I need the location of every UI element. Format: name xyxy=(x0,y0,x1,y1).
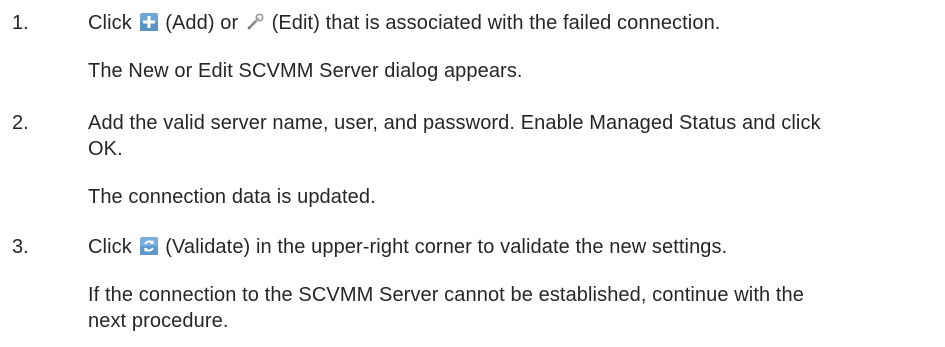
step-2-result: The connection data is updated. xyxy=(88,186,376,208)
instruction-list: 1. Click (Add) or (Edit) that is associa… xyxy=(0,0,945,347)
validate-arrows-icon xyxy=(139,237,158,255)
step-3-text: Click (Validate) in the upper-right corn… xyxy=(88,236,727,259)
step-1-add-label: (Add) or xyxy=(165,12,239,34)
edit-wrench-icon xyxy=(246,13,264,31)
step-3-result-line-2: next procedure. xyxy=(88,310,229,332)
add-plus-icon xyxy=(139,13,158,31)
step-1-number: 1. xyxy=(12,12,29,34)
step-2-line-2: OK. xyxy=(88,138,123,160)
step-3-validate-label: (Validate) in the upper-right corner to … xyxy=(165,236,728,258)
step-1-click-word: Click xyxy=(88,12,132,34)
step-2-number: 2. xyxy=(12,112,29,134)
step-1-result: The New or Edit SCVMM Server dialog appe… xyxy=(88,60,523,82)
step-3-result-line-1: If the connection to the SCVMM Server ca… xyxy=(88,284,804,306)
step-3-number: 3. xyxy=(12,236,29,258)
step-1-edit-label: (Edit) that is associated with the faile… xyxy=(271,12,721,34)
step-1-text: Click (Add) or (Edit) that is associated… xyxy=(88,12,720,35)
step-3-click-word: Click xyxy=(88,236,132,258)
step-2-line-1: Add the valid server name, user, and pas… xyxy=(88,112,821,134)
